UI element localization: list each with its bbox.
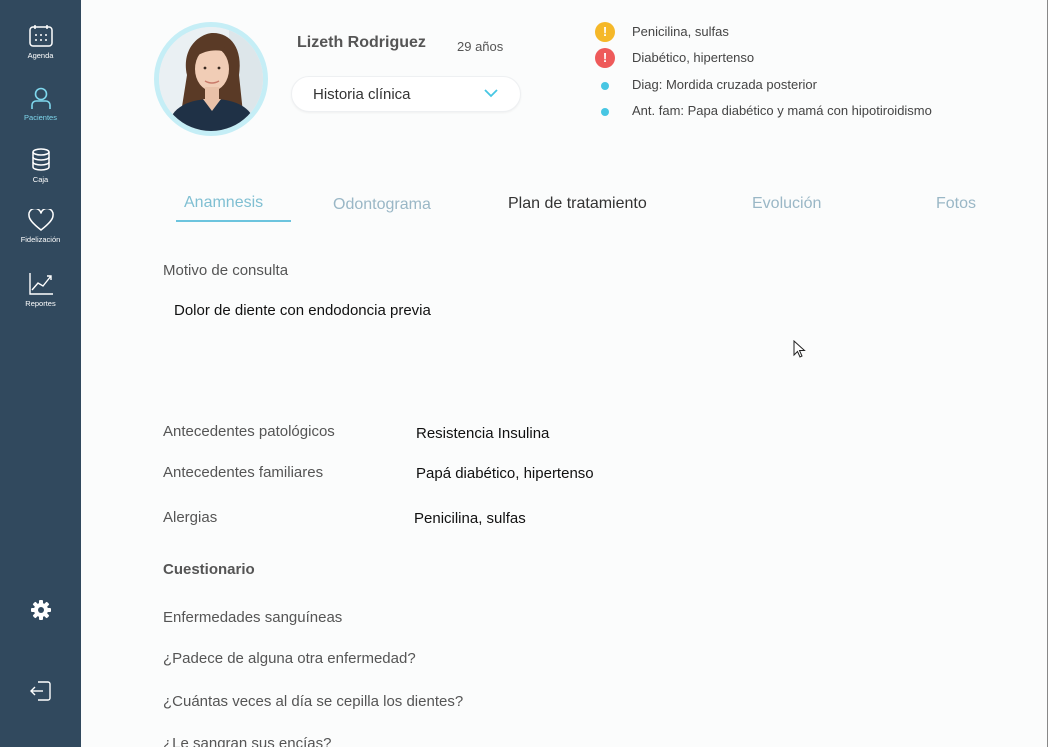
sidebar-item-agenda[interactable]: Agenda xyxy=(0,24,81,60)
tab-fotos[interactable]: Fotos xyxy=(936,195,976,213)
motivo-label: Motivo de consulta xyxy=(163,262,289,279)
questionnaire-title: Cuestionario xyxy=(163,561,255,578)
tab-odontograma[interactable]: Odontograma xyxy=(333,196,431,214)
field-value: Papá diabético, hipertenso xyxy=(416,465,594,482)
field-value: Penicilina, sulfas xyxy=(414,510,526,527)
danger-icon: ! xyxy=(595,48,615,68)
patient-age: 29 años xyxy=(457,39,504,54)
active-tab-indicator xyxy=(176,220,291,222)
mouse-cursor-icon xyxy=(793,340,806,358)
record-type-value: Historia clínica xyxy=(313,86,411,103)
question-item: Enfermedades sanguíneas xyxy=(163,609,343,626)
patient-photo xyxy=(159,27,263,131)
field-label: Antecedentes familiares xyxy=(163,464,324,481)
logout-icon xyxy=(29,681,51,701)
chevron-down-icon xyxy=(484,89,498,98)
main-content: Lizeth Rodriguez 29 años Historia clínic… xyxy=(81,0,1048,747)
sidebar-item-fidelizacion[interactable]: Fidelización xyxy=(0,209,81,244)
alert-text: Diabético, hipertenso xyxy=(632,50,755,65)
sidebar-item-label: Pacientes xyxy=(24,113,57,122)
calendar-icon xyxy=(28,25,53,47)
motivo-value: Dolor de diente con endodoncia previa xyxy=(174,302,431,319)
sidebar-item-label: Agenda xyxy=(27,51,54,60)
question-item: ¿Cuántas veces al día se cepilla los die… xyxy=(163,693,464,710)
alert-text: Diag: Mordida cruzada posterior xyxy=(632,77,817,92)
user-icon xyxy=(30,87,51,109)
tab-bar: Anamnesis Odontograma Plan de tratamient… xyxy=(81,190,1047,230)
tab-anamnesis[interactable]: Anamnesis xyxy=(184,194,263,212)
heart-icon xyxy=(27,209,54,231)
field-label: Alergias xyxy=(163,509,218,526)
settings-button[interactable] xyxy=(0,600,81,620)
sidebar-item-label: Fidelización xyxy=(20,235,61,244)
field-value: Resistencia Insulina xyxy=(416,425,550,442)
sidebar-item-label: Reportes xyxy=(25,299,56,308)
sidebar: Agenda Pacientes Caja Fidelización Repor… xyxy=(0,0,81,747)
sidebar-item-reportes[interactable]: Reportes xyxy=(0,272,81,308)
alert-text: Ant. fam: Papa diabético y mamá con hipo… xyxy=(632,103,932,118)
coins-icon xyxy=(31,148,50,171)
patient-name: Lizeth Rodriguez xyxy=(297,34,426,51)
sidebar-item-label: Caja xyxy=(32,175,49,184)
record-type-select[interactable]: Historia clínica xyxy=(291,76,521,112)
chart-icon xyxy=(28,273,53,295)
sidebar-item-caja[interactable]: Caja xyxy=(0,148,81,184)
logout-button[interactable] xyxy=(0,680,81,702)
avatar xyxy=(154,22,268,136)
bullet-icon xyxy=(601,82,609,90)
warning-icon: ! xyxy=(595,22,615,42)
tab-plan-de-tratamiento[interactable]: Plan de tratamiento xyxy=(508,195,647,213)
question-item: ¿Padece de alguna otra enfermedad? xyxy=(163,650,416,667)
alert-text: Penicilina, sulfas xyxy=(632,24,729,39)
gear-icon xyxy=(30,600,51,620)
bullet-icon xyxy=(601,108,609,116)
question-item: ¿Le sangran sus encías? xyxy=(163,735,332,747)
sidebar-item-pacientes[interactable]: Pacientes xyxy=(0,86,81,122)
tab-evolucion[interactable]: Evolución xyxy=(752,195,821,213)
field-label: Antecedentes patológicos xyxy=(163,423,335,440)
